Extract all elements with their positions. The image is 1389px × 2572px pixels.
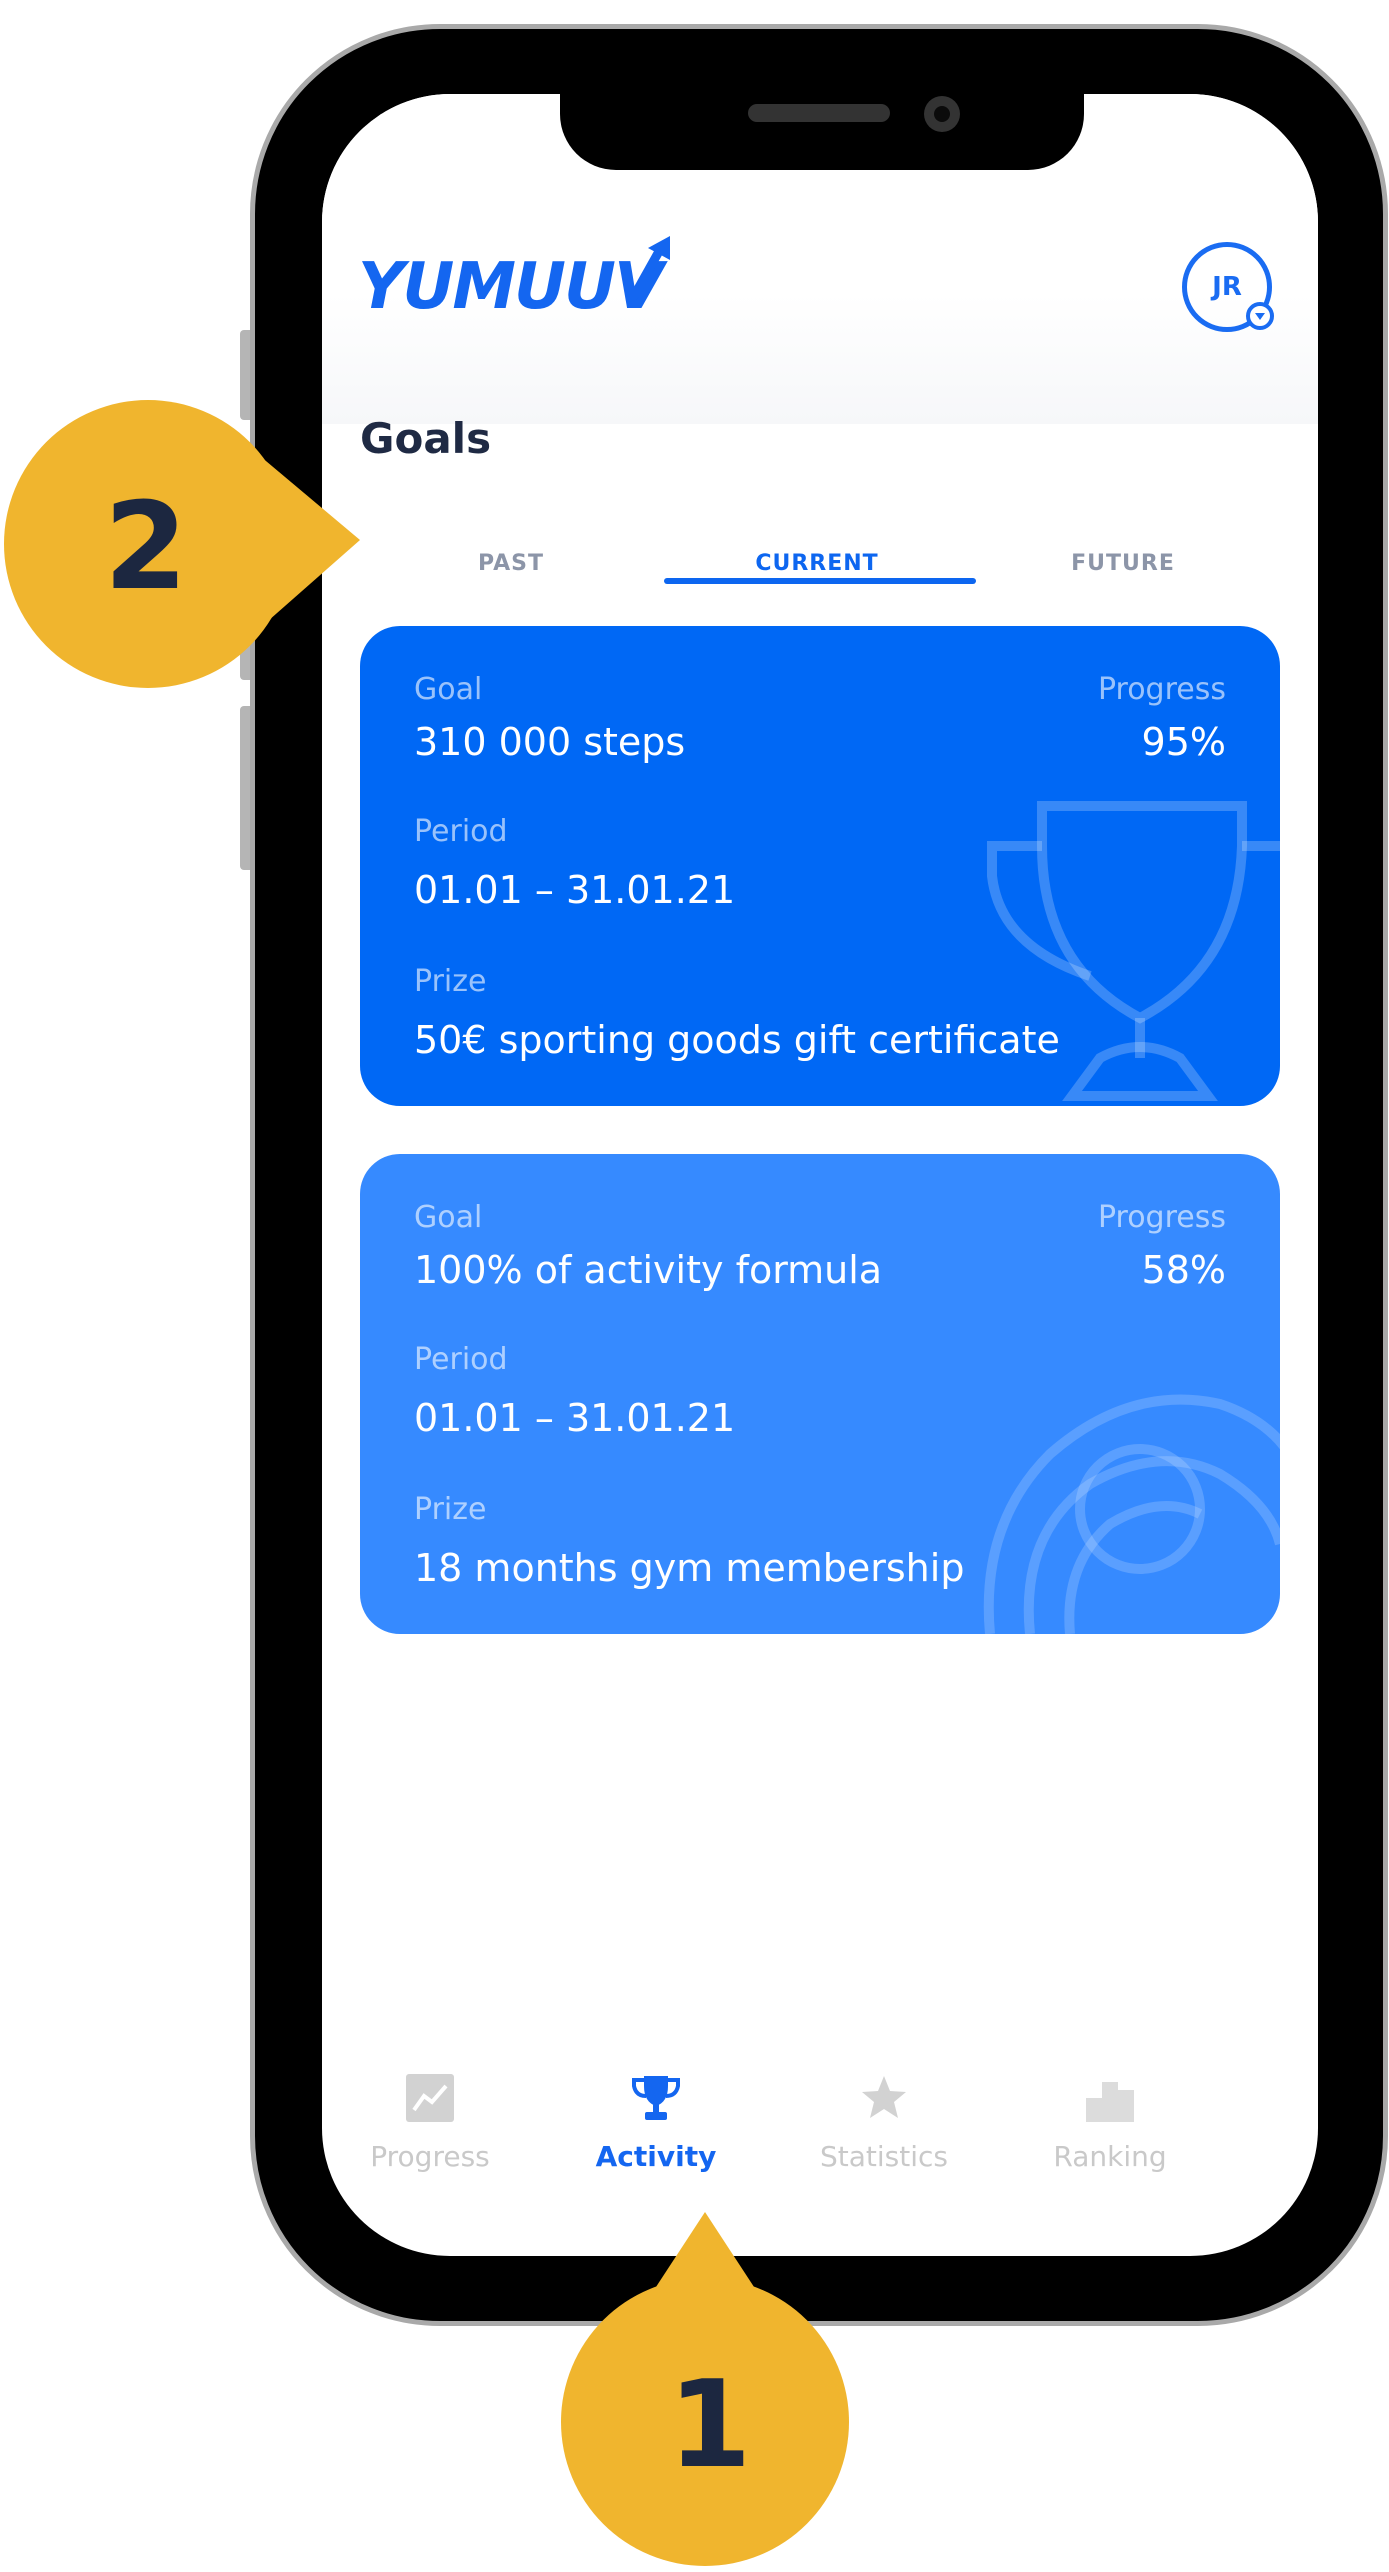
progress-value: 58% xyxy=(1141,1248,1226,1292)
bottom-tab-bar: Progress Activity Statistics Ranking xyxy=(322,2074,1318,2194)
progress-label: Progress xyxy=(1097,1200,1226,1235)
yumuuv-logo: YUMUUV xyxy=(358,234,698,324)
tabbar-item-progress[interactable]: Progress xyxy=(322,2074,540,2194)
logo-wordmark: YUMUUV xyxy=(358,250,663,324)
callout-1: 1 xyxy=(560,2212,850,2568)
goal-value: 100% of activity formula xyxy=(414,1248,883,1292)
prize-value: 18 months gym membership xyxy=(414,1546,965,1590)
avatar-initials: JR xyxy=(1212,272,1242,302)
active-tab-indicator xyxy=(664,578,976,584)
goal-value: 310 000 steps xyxy=(414,720,686,764)
chevron-down-icon[interactable] xyxy=(1246,302,1274,330)
callout-2: 2 xyxy=(0,396,370,696)
phone-speaker xyxy=(748,104,890,122)
goal-label: Goal xyxy=(414,1200,483,1235)
progress-label: Progress xyxy=(1097,672,1226,707)
phone-screen: YUMUUV JR Goals PAST CURRENT FUTURE Goal… xyxy=(322,94,1318,2256)
period-label: Period xyxy=(414,1342,508,1377)
prize-value: 50€ sporting goods gift certificate xyxy=(414,1018,1060,1062)
period-label: Period xyxy=(414,814,508,849)
tabbar-label: Activity xyxy=(595,2140,717,2173)
podium-icon xyxy=(1086,2082,1134,2122)
goal-card[interactable]: Goal 310 000 steps Progress 95% Period 0… xyxy=(360,626,1280,1106)
prize-label: Prize xyxy=(414,1492,487,1527)
tab-past[interactable]: PAST xyxy=(358,514,664,594)
tabbar-item-statistics[interactable]: Statistics xyxy=(774,2074,994,2194)
front-camera xyxy=(924,96,960,132)
period-value: 01.01 – 31.01.21 xyxy=(414,868,736,912)
page-title: Goals xyxy=(360,414,492,463)
prize-label: Prize xyxy=(414,964,487,999)
activity-rings-icon xyxy=(983,1394,1280,1634)
logo-arrow-icon xyxy=(629,236,670,301)
star-icon xyxy=(862,2076,906,2118)
trophy-icon xyxy=(632,2076,680,2120)
tabbar-label: Progress xyxy=(370,2140,490,2173)
callout-1-number: 1 xyxy=(668,2356,752,2495)
tabbar-label: Statistics xyxy=(820,2140,948,2173)
tab-future[interactable]: FUTURE xyxy=(970,514,1276,594)
goal-card[interactable]: Goal 100% of activity formula Progress 5… xyxy=(360,1154,1280,1634)
goal-label: Goal xyxy=(414,672,483,707)
tabbar-label: Ranking xyxy=(1053,2140,1167,2173)
tabbar-item-activity[interactable]: Activity xyxy=(546,2074,766,2194)
period-value: 01.01 – 31.01.21 xyxy=(414,1396,736,1440)
tabbar-item-ranking[interactable]: Ranking xyxy=(1000,2074,1220,2194)
chart-icon xyxy=(406,2074,454,2122)
progress-value: 95% xyxy=(1141,720,1226,764)
callout-2-number: 2 xyxy=(104,478,188,617)
